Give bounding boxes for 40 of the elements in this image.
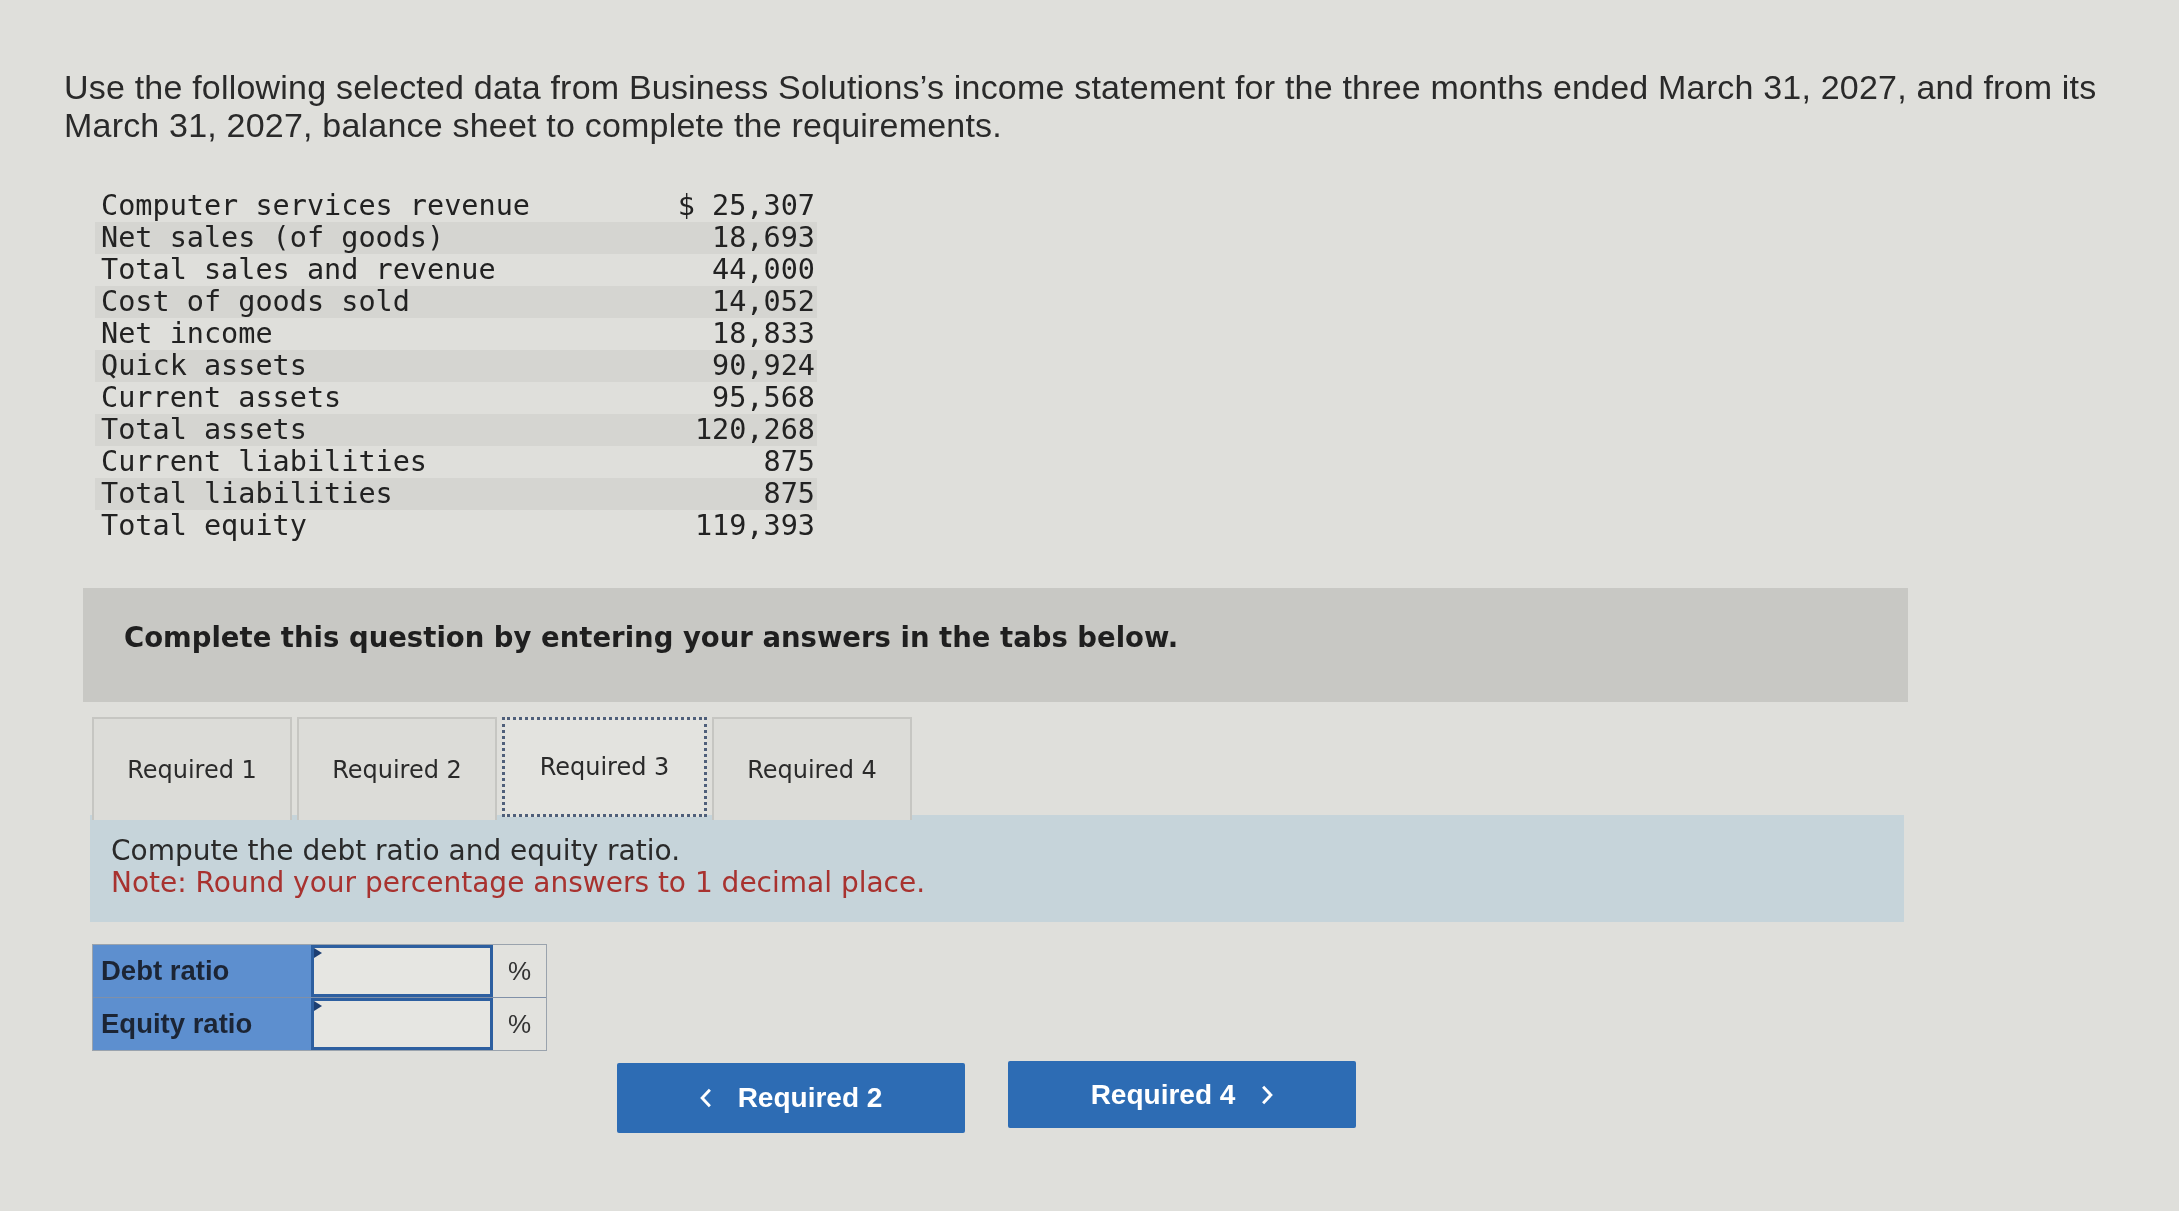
question-text: Compute the debt ratio and equity ratio. [111,835,681,867]
rounding-note: Note: Round your percentage answers to 1 decimal place. [111,867,926,899]
answer-label: Debt ratio [93,945,311,997]
data-value: 119,393 [694,510,815,542]
data-label: Total sales and revenue [101,254,496,286]
data-label: Net sales (of goods) [101,222,445,254]
answer-input-field[interactable] [311,945,493,997]
data-label: Net income [101,318,273,350]
requirement-tab[interactable]: Required 4 [712,717,912,820]
requirement-tab[interactable]: Required 3 [502,717,707,817]
data-value: 90,924 [712,350,815,382]
data-value: $ 25,307 [677,190,815,222]
answer-input-field[interactable] [311,998,493,1050]
corner-marker-icon [314,1001,322,1011]
corner-marker-icon [314,948,322,958]
intro-paragraph: Use the following selected data from Business Solutions’s income statement for the three months ended March 31, 2027, and from its March 31, 2027, balance sheet to complete the requirements. [64,68,2098,144]
data-label: Total equity [101,510,307,542]
data-label: Computer services revenue [101,190,530,222]
requirement-tab[interactable]: Required 1 [92,717,292,820]
data-label: Cost of goods sold [101,286,410,318]
data-value: 18,833 [712,318,815,350]
data-label: Quick assets [101,350,307,382]
next-requirement-button[interactable]: Required 4 [1008,1061,1356,1128]
data-value: 875 [763,446,815,478]
chevron-left-icon [699,1088,712,1108]
data-label: Current assets [101,382,342,414]
answer-label: Equity ratio [93,998,311,1050]
data-label: Total liabilities [101,478,393,510]
data-value: 44,000 [712,254,815,286]
data-label: Current liabilities [101,446,427,478]
data-value: 14,052 [712,286,815,318]
requirement-tab[interactable]: Required 2 [297,717,497,820]
data-value: 18,693 [712,222,815,254]
data-value: 875 [763,478,815,510]
banner-text: Complete this question by entering your answers in the tabs below. [124,621,1179,653]
chevron-right-icon [1261,1084,1274,1105]
data-value: 120,268 [694,414,815,446]
data-label: Total assets [101,414,307,446]
data-value: 95,568 [712,382,815,414]
previous-requirement-button[interactable]: Required 2 [617,1063,965,1133]
